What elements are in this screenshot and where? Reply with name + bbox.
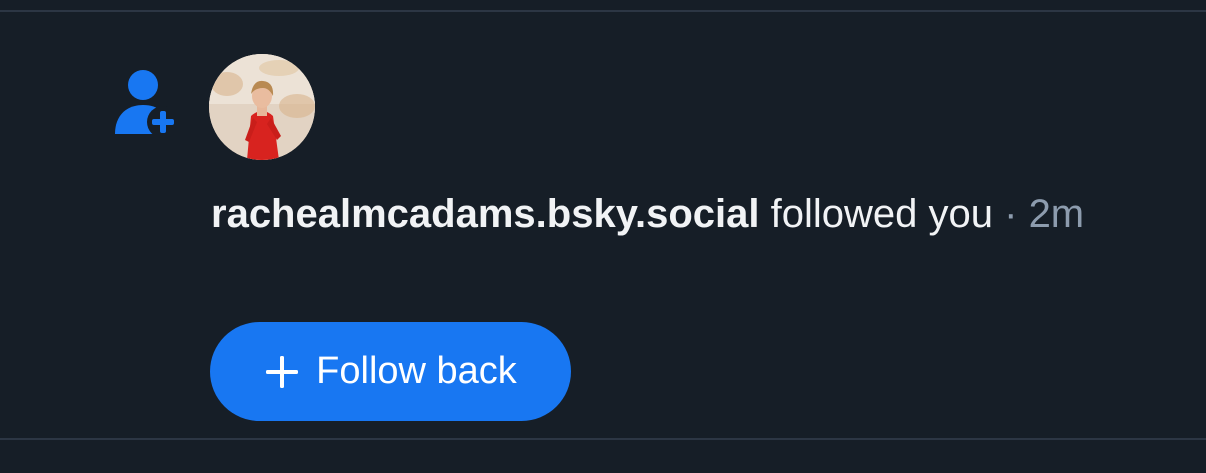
person-plus-icon — [115, 70, 179, 138]
follow-notification[interactable]: rachealmcadams.bsky.social followed you … — [0, 12, 1206, 438]
plus-icon — [266, 355, 299, 388]
notification-action: followed you — [770, 192, 993, 236]
avatar-photo — [209, 54, 315, 160]
notification-text: rachealmcadams.bsky.social followed you … — [211, 184, 1171, 244]
separator-dot: · — [1004, 192, 1018, 236]
user-handle[interactable]: rachealmcadams.bsky.social — [211, 192, 759, 236]
avatar[interactable] — [209, 54, 315, 160]
follow-back-label: Follow back — [316, 350, 517, 392]
bottom-divider — [0, 438, 1206, 440]
follow-back-button[interactable]: Follow back — [210, 322, 571, 421]
timestamp: 2m — [1028, 192, 1085, 236]
